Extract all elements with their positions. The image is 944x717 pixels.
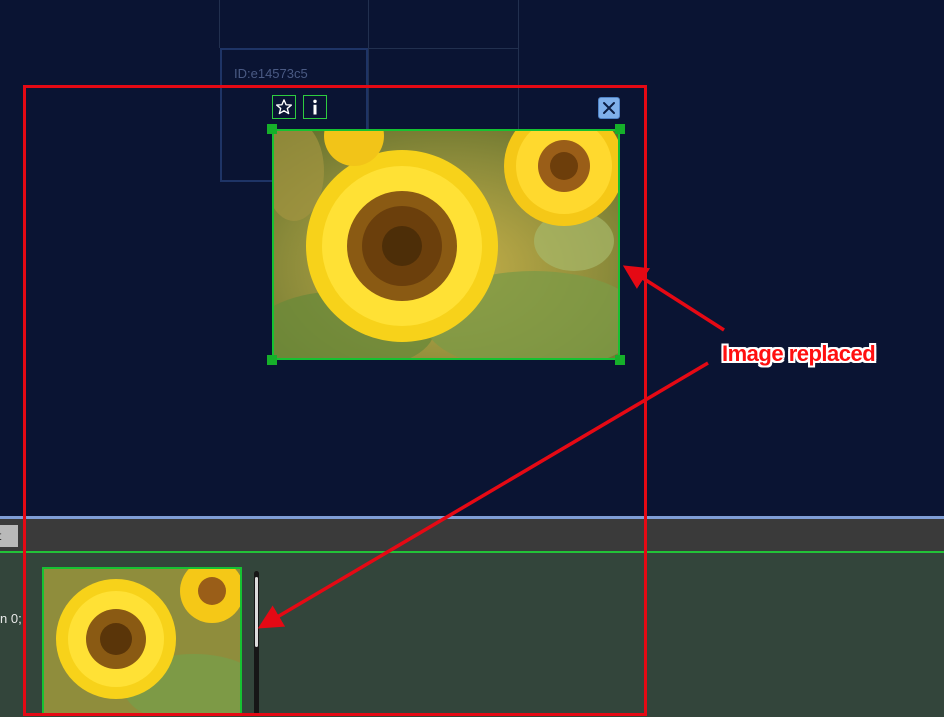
timeline-panel: n 0; xyxy=(0,551,944,717)
selected-image[interactable] xyxy=(272,129,620,360)
sunflower-image xyxy=(274,131,618,358)
annotation-label: Image replaced xyxy=(722,341,876,366)
timeline-scrollbar[interactable] xyxy=(254,571,259,715)
grid-line xyxy=(368,48,518,49)
resize-handle-bottom-left[interactable] xyxy=(267,355,277,365)
favorite-button[interactable] xyxy=(272,95,296,119)
resize-handle-top-left[interactable] xyxy=(267,124,277,134)
scrollbar-thumb[interactable] xyxy=(255,577,258,647)
timeline-tab[interactable]: t xyxy=(0,525,18,547)
resize-handle-bottom-right[interactable] xyxy=(615,355,625,365)
timeline-thumbnail[interactable] xyxy=(42,567,242,715)
timeline-toolbar: t xyxy=(0,519,944,552)
cell-id-label: ID:e14573c5 xyxy=(234,66,308,81)
star-icon xyxy=(275,99,293,115)
info-icon xyxy=(313,99,317,115)
grid-line xyxy=(219,0,220,48)
close-button[interactable] xyxy=(598,97,620,119)
canvas-area[interactable]: ID:e14573c5 xyxy=(0,0,944,518)
resize-handle-top-right[interactable] xyxy=(615,124,625,134)
sunflower-thumbnail xyxy=(44,569,240,713)
close-icon xyxy=(603,102,615,114)
timeline-label: n 0; xyxy=(0,611,22,626)
info-button[interactable] xyxy=(303,95,327,119)
